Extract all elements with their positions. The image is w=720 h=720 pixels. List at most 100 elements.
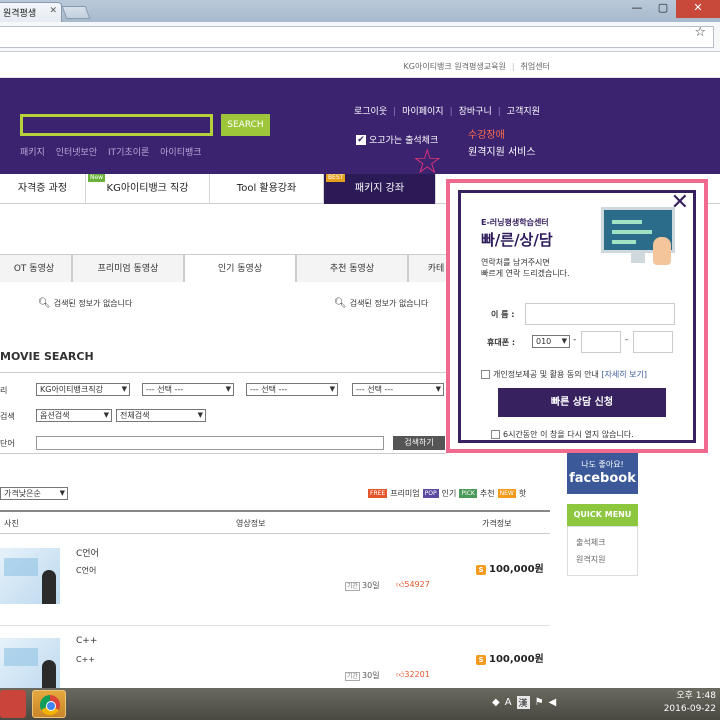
minimize-button[interactable]: —: [624, 0, 650, 18]
category-select-1[interactable]: KG아이티뱅크직강 ▼: [36, 383, 130, 396]
system-tray: ◆ A 漢 ⚑ ◀: [492, 696, 556, 709]
course-price: S 100,000원: [476, 650, 544, 665]
popup-content: ✕ E-러닝평생학습센터 빠/른/상/담 연락처를 남겨주시면 빠르게 연락 드…: [458, 190, 696, 443]
course-title[interactable]: C언어: [76, 546, 99, 559]
taskbar: ◆ A 漢 ⚑ ◀ 오후 1:48 2016-09-22: [0, 688, 720, 720]
support-link[interactable]: 고객지원: [507, 107, 540, 117]
nav-item-kg-lecture[interactable]: New KG아이티뱅크 직강: [86, 174, 210, 204]
course-likes: 👍︎54927: [396, 580, 430, 589]
nav-item-label: KG아이티뱅크 직강: [106, 183, 189, 194]
nav-item-certificate[interactable]: 자격증 과정: [0, 174, 86, 204]
member-links: 로그이웃 | 마이페이지 | 장바구니 | 고객지원: [354, 107, 540, 117]
result-table-header: 사진 영상정보 가격정보: [0, 510, 550, 534]
dismiss-text: 6시간동안 이 창을 다시 열지 않습니다.: [503, 430, 634, 439]
column-video-info: 영상정보: [236, 519, 266, 528]
taskbar-app-button[interactable]: [0, 690, 26, 718]
util-link-lifelong-education[interactable]: KG아이티뱅크 원격평생교육원: [404, 62, 506, 71]
ime-mode-icon[interactable]: A: [505, 697, 512, 708]
bookmark-star-icon[interactable]: ☆: [694, 25, 706, 40]
keyword-itbank[interactable]: 아이티뱅크: [160, 148, 201, 158]
category-select-2[interactable]: --- 선택 --- ▼: [142, 383, 234, 396]
window-controls: — ▢ ✕: [624, 0, 720, 18]
address-bar-row: ☆: [0, 22, 720, 52]
course-period: 기간 30일: [345, 581, 380, 591]
keyword-internet-security[interactable]: 인터넷보안: [56, 148, 97, 158]
facebook-logo: facebook: [569, 471, 636, 486]
new-tab-button[interactable]: [61, 6, 91, 19]
volume-icon[interactable]: ◀: [549, 697, 557, 708]
row-label: 단어: [0, 439, 15, 448]
keyword-it-basics[interactable]: IT기초이론: [108, 148, 149, 158]
option-search-select[interactable]: 옵션검색 ▼: [36, 409, 112, 422]
tab-premium-video[interactable]: 프리미엄 동영상: [72, 254, 184, 282]
browser-tab[interactable]: 원격평생 ✕: [0, 2, 62, 22]
course-thumbnail[interactable]: [0, 638, 60, 694]
legend: FREE 프리미엄 POP 인기 PICK 추천 NEW 핫: [368, 489, 527, 498]
logout-link[interactable]: 로그이웃: [354, 107, 387, 117]
nav-item-tool[interactable]: Tool 활용강좌: [210, 174, 324, 204]
no-result-message: 🔍︎ 검색된 정보가 없습니다: [334, 298, 429, 309]
address-input[interactable]: [0, 26, 714, 48]
hanja-icon[interactable]: 漢: [516, 696, 530, 709]
dismiss-checkbox[interactable]: [491, 430, 500, 439]
clock-date: 2016-09-22: [663, 704, 716, 714]
name-input[interactable]: [525, 303, 675, 325]
tab-popular-video[interactable]: 인기 동영상: [184, 254, 296, 282]
phone-middle-input[interactable]: [581, 331, 621, 353]
util-link-job-center[interactable]: 취업센터: [521, 62, 550, 71]
consent-checkbox[interactable]: [481, 370, 490, 379]
keyword-input[interactable]: [36, 436, 384, 450]
consent-detail-link[interactable]: [자세히 보기]: [601, 370, 647, 379]
quick-menu-remote-support[interactable]: 원격지원: [576, 554, 637, 565]
course-period: 기간 30일: [345, 671, 380, 681]
remote-support[interactable]: 수강장애 원격지원 서비스: [468, 126, 536, 158]
monitor-illustration-icon: [601, 207, 677, 269]
tab-recommended-video[interactable]: 추천 동영상: [296, 254, 408, 282]
category-select-4[interactable]: --- 선택 --- ▼: [352, 383, 444, 396]
best-badge: BEST: [326, 174, 346, 182]
close-tab-icon[interactable]: ✕: [49, 6, 57, 16]
flag-icon[interactable]: ⚑: [535, 697, 544, 708]
course-title[interactable]: C++: [76, 636, 97, 646]
clock[interactable]: 오후 1:48 2016-09-22: [664, 690, 716, 716]
keyword-package[interactable]: 패키지: [20, 148, 45, 158]
movie-search-panel: 리 KG아이티뱅크직강 ▼ --- 선택 --- ▼ --- 선택 --- ▼ ---…: [0, 372, 446, 454]
popup-subtitle: E-러닝평생학습센터: [481, 218, 549, 227]
tab-ot-video[interactable]: OT 동영상: [0, 254, 72, 282]
movie-search-button[interactable]: 검색하기: [393, 436, 445, 450]
site-search-button[interactable]: SEARCH: [221, 114, 270, 136]
phone-last-input[interactable]: [633, 331, 673, 353]
site-header: SEARCH 패키지 인터넷보안 IT기초이론 아이티뱅크 로그이웃 | 마이페이지…: [0, 78, 720, 182]
clock-time: 오후 1:48: [676, 691, 716, 701]
chrome-icon: [40, 695, 60, 715]
sort-select[interactable]: 가격낮은순 ▼: [0, 487, 68, 500]
window-close-button[interactable]: ✕: [676, 0, 720, 18]
site-search-input[interactable]: [20, 114, 213, 136]
nav-item-package[interactable]: BEST 패키지 강좌: [324, 174, 436, 204]
search-icon: 🔍︎: [334, 298, 347, 309]
course-thumbnail[interactable]: [0, 548, 60, 604]
browser-tab-title: 원격평생: [3, 9, 37, 19]
remote-support-title: 수강장애: [468, 130, 505, 141]
mypage-link[interactable]: 마이페이지: [402, 107, 443, 117]
row-label: 리: [0, 386, 8, 395]
consultation-popup: ✕ E-러닝평생학습센터 빠/른/상/담 연락처를 남겨주시면 빠르게 연락 드…: [446, 179, 708, 453]
popular-tag: POP: [422, 489, 439, 498]
price-icon: S: [476, 655, 486, 665]
maximize-button[interactable]: ▢: [650, 0, 676, 18]
cart-link[interactable]: 장바구니: [459, 107, 492, 117]
quick-consult-submit-button[interactable]: 빠른 상담 신청: [498, 388, 666, 417]
course-price: S 100,000원: [476, 560, 544, 575]
quick-menu-attendance[interactable]: 출석체크: [576, 537, 637, 548]
checkbox-icon: ✔: [356, 134, 366, 145]
phone-prefix-select[interactable]: 010 ▼: [532, 335, 570, 348]
column-price: 가격정보: [482, 519, 512, 528]
scope-search-select[interactable]: 전체검색 ▼: [116, 409, 206, 422]
network-icon[interactable]: ◆: [492, 697, 500, 708]
attendance-prefix: 오고가는: [369, 136, 403, 146]
taskbar-chrome-button[interactable]: [32, 690, 66, 718]
category-select-3[interactable]: --- 선택 --- ▼: [246, 383, 338, 396]
course-subtitle: C언어: [76, 566, 97, 575]
no-result-message: 🔍︎ 검색된 정보가 없습니다: [38, 298, 133, 309]
table-row[interactable]: C언어 C언어 기간 30일 👍︎54927 S 100,000원: [0, 536, 550, 626]
